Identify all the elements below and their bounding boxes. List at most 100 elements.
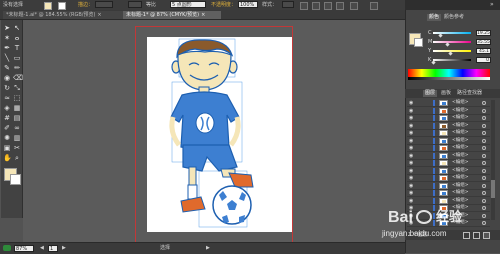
layer-row[interactable]: ◉ <编组> [407,190,490,197]
layer-row[interactable]: ◉ <编组> [407,107,490,115]
eyedropper-tool[interactable]: ✐ [3,124,11,132]
target-icon[interactable] [482,108,486,113]
layer-name[interactable]: <编组> [452,168,469,174]
layer-row[interactable]: ◉ <编组> [407,175,490,182]
layer-row[interactable]: ◉ <编组> [407,145,490,152]
preferences-icon[interactable] [312,2,320,10]
tab-layers[interactable]: 图层 [423,90,438,97]
eye-icon[interactable]: ◉ [409,153,413,159]
target-icon[interactable] [482,161,486,165]
eye-icon[interactable]: ◉ [409,198,413,204]
target-icon[interactable] [482,116,486,120]
panel-menu-icon[interactable] [370,2,378,10]
eye-icon[interactable]: ◉ [409,191,413,196]
eye-icon[interactable]: ◉ [409,176,413,181]
artboard-number-field[interactable]: 1 [48,245,58,252]
pen-tool[interactable]: ✒ [3,44,11,52]
perspective-grid-tool[interactable]: ▦ [13,104,21,112]
close-icon[interactable]: × [97,12,101,18]
collapse-icon[interactable]: » [490,2,494,8]
layer-name[interactable]: <编组> [452,138,469,144]
opacity-field[interactable]: 100% [238,1,258,8]
color-stroke-swatch[interactable] [414,38,423,47]
target-icon[interactable] [482,221,486,225]
tab-color-guide[interactable]: 颜色参考 [442,14,466,21]
channel-value-field[interactable]: 35.55 [476,39,491,45]
layer-name[interactable]: <编组> [452,175,469,181]
opacity-label[interactable]: 不透明度： [211,2,236,8]
target-icon[interactable] [482,146,486,150]
shape-builder-tool[interactable]: ◈ [3,104,11,112]
eye-icon[interactable]: ◉ [409,101,413,106]
layers-scrollbar[interactable] [491,100,495,220]
stroke-label[interactable]: 描边： [78,2,93,8]
artboard-next-icon[interactable]: ▶ [62,245,66,252]
channel-value-field[interactable]: 0 [476,57,491,63]
target-icon[interactable] [482,176,486,180]
target-icon[interactable] [482,191,486,195]
close-icon[interactable]: × [201,12,205,18]
selection-tool[interactable]: ➤ [3,24,11,32]
grayscale-ramp[interactable] [408,77,490,80]
hand-tool[interactable]: ✋ [3,154,12,162]
variable-width-dropdown[interactable] [128,1,142,8]
layer-row[interactable]: ◉ <编组> [407,182,490,190]
tab-artboards[interactable]: 画板 [439,90,453,97]
channel-slider[interactable] [433,50,471,52]
type-tool[interactable]: T [13,44,21,52]
artboard-prev-icon[interactable]: ◀ [40,245,44,252]
zoom-field[interactable]: 87% [14,245,34,252]
arrange-icon[interactable] [350,2,358,10]
boy-illustration[interactable] [147,37,292,232]
layer-name[interactable]: <编组> [452,153,469,159]
align-icon[interactable] [324,2,332,10]
channel-value-field[interactable]: 45.1 [476,48,491,54]
direct-selection-tool[interactable]: ↖ [13,24,21,32]
blob-brush-tool[interactable]: ◉ [3,74,11,82]
target-icon[interactable] [482,183,486,188]
style-dropdown[interactable] [282,1,294,8]
layer-name[interactable]: <编组> [452,115,469,121]
artboard-tool[interactable]: ▣ [3,144,11,152]
layer-name[interactable]: <编组> [452,145,469,151]
target-icon[interactable] [482,131,486,135]
stroke-color-swatch[interactable] [10,174,21,185]
eye-icon[interactable]: ◉ [409,116,413,121]
target-icon[interactable] [482,138,486,143]
layer-name[interactable]: <编组> [452,100,469,106]
width-tool[interactable]: ≈ [3,94,11,102]
scrollbar-thumb[interactable] [491,180,495,198]
tab-document-2[interactable]: 未标题-1* @ 87% (CMYK/预览) × [123,11,221,19]
scale-tool[interactable]: ⤡ [13,84,21,92]
free-transform-tool[interactable]: ⬚ [13,94,21,102]
lasso-tool[interactable]: ⴰ [13,34,21,42]
eraser-tool[interactable]: ⌫ [13,74,23,82]
layer-row[interactable]: ◉ <编组> [407,160,490,167]
trash-icon[interactable] [483,232,490,239]
target-icon[interactable] [482,123,486,128]
layer-row[interactable]: ◉ <编组> [407,122,490,130]
status-menu-icon[interactable]: ▶ [206,245,210,252]
symbol-sprayer-tool[interactable]: ✺ [3,134,11,142]
column-graph-tool[interactable]: ▥ [13,134,21,142]
stroke-swatch[interactable] [58,2,66,10]
fill-swatch[interactable] [44,2,52,10]
slice-tool[interactable]: ✂ [13,144,21,152]
pencil-tool[interactable]: ✏ [13,64,21,72]
paintbrush-tool[interactable]: ✎ [3,64,11,72]
target-icon[interactable] [482,213,486,218]
blend-tool[interactable]: ∞ [13,124,21,132]
tab-document-1[interactable]: *未标题-1.ai* @ 184.55% (RGB/预览) × [3,11,123,19]
document-setup-icon[interactable] [300,2,308,10]
layer-name[interactable]: <编组> [452,108,469,114]
gradient-tool[interactable]: ▤ [13,114,21,122]
eye-icon[interactable]: ◉ [409,168,413,174]
brush-definition-dropdown[interactable]: 5 点圆形 [170,1,206,8]
layer-row[interactable]: ◉ <编组> [407,115,490,122]
target-icon[interactable] [482,153,486,158]
channel-slider[interactable] [433,41,471,43]
target-icon[interactable] [482,101,486,105]
magic-wand-tool[interactable]: ✶ [3,34,11,42]
rotate-tool[interactable]: ↻ [3,84,11,92]
layer-row[interactable]: ◉ <编组> [407,130,490,137]
